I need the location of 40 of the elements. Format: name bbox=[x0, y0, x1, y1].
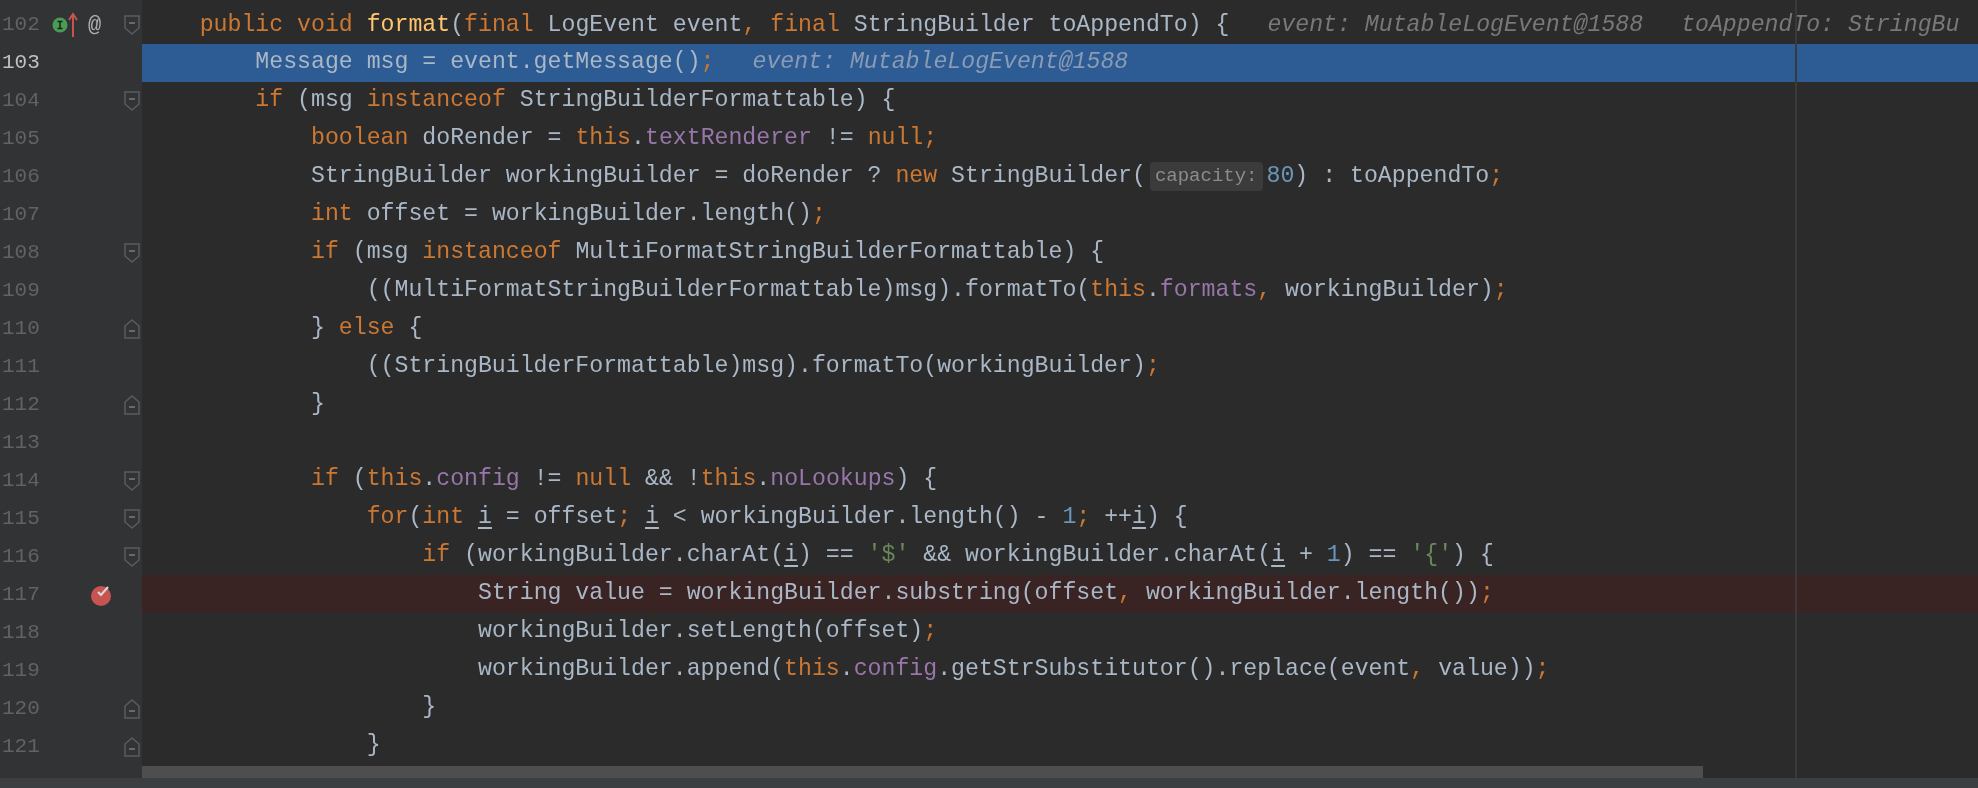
fold-icon[interactable] bbox=[124, 509, 140, 529]
unfold-icon[interactable] bbox=[124, 395, 140, 415]
code-line: if (msg instanceof MultiFormatStringBuilderFormattable) { bbox=[311, 238, 1105, 267]
unfold-icon[interactable] bbox=[124, 699, 140, 719]
code-line: String value = workingBuilder.substring(offset, workingBuilder.length()); bbox=[477, 579, 1494, 609]
code-line: workingBuilder.setLength(offset); bbox=[477, 617, 938, 647]
implements-icon[interactable] bbox=[52, 17, 68, 33]
unfold-icon[interactable] bbox=[124, 737, 140, 757]
fold-icon[interactable] bbox=[124, 471, 140, 491]
code-line: int offset = workingBuilder.length(); bbox=[311, 200, 826, 230]
debug-value-hint: toAppendTo: StringBu bbox=[1681, 10, 1960, 40]
horizontal-scrollbar[interactable] bbox=[142, 766, 1703, 778]
code-line: } bbox=[422, 692, 437, 722]
fold-icon[interactable] bbox=[124, 547, 140, 567]
breakpoint-icon[interactable] bbox=[90, 583, 114, 607]
debug-value-hint: event: MutableLogEvent@1588 bbox=[1267, 10, 1644, 40]
fold-icon[interactable] bbox=[124, 91, 140, 111]
fold-icon[interactable] bbox=[124, 15, 140, 35]
unfold-icon[interactable] bbox=[124, 319, 140, 339]
code-line: boolean doRender = this.textRenderer != null; bbox=[311, 124, 938, 154]
code-line: if (msg instanceof StringBuilderFormattable) { bbox=[255, 86, 896, 116]
code-line: if (this.config != null && !this.noLookups) { bbox=[311, 465, 938, 495]
line-number: 103 bbox=[1, 50, 41, 77]
code-line: StringBuilder workingBuilder = doRender ? new StringBuilder( bbox=[311, 162, 1146, 192]
annotation-marker[interactable]: @ bbox=[88, 8, 102, 42]
code-line: for(int i = offset; i < workingBuilder.length() - 1; ++i) { bbox=[366, 503, 1188, 533]
up-arrow-icon[interactable] bbox=[68, 12, 78, 38]
parameter-hint: capacity: bbox=[1149, 162, 1263, 191]
fold-icon[interactable] bbox=[124, 243, 140, 263]
code-line: } bbox=[366, 730, 381, 760]
code-line: ((MultiFormatStringBuilderFormattable)msg).formatTo(this.formats, workingBuilder); bbox=[366, 275, 1508, 305]
code-line: workingBuilder.append(this.config.getStrSubstitutor().replace(event, value)); bbox=[477, 654, 1550, 684]
code-line: } else { bbox=[311, 313, 423, 343]
debug-value-hint: event: MutableLogEvent@1588 bbox=[752, 48, 1129, 78]
code-line: Message msg = event.getMessage(); bbox=[255, 48, 715, 78]
code-line: 80) : toAppendTo; bbox=[1266, 162, 1504, 192]
code-line: } bbox=[311, 389, 325, 419]
code-line: ((StringBuilderFormattable)msg).formatTo(workingBuilder); bbox=[366, 351, 1160, 381]
code-line: public void format(final LogEvent event, final StringBuilder toAppendTo) { bbox=[199, 10, 1230, 40]
code-line: if (workingBuilder.charAt(i) == '$' && workingBuilder.charAt(i + 1) == '{') { bbox=[422, 541, 1494, 571]
